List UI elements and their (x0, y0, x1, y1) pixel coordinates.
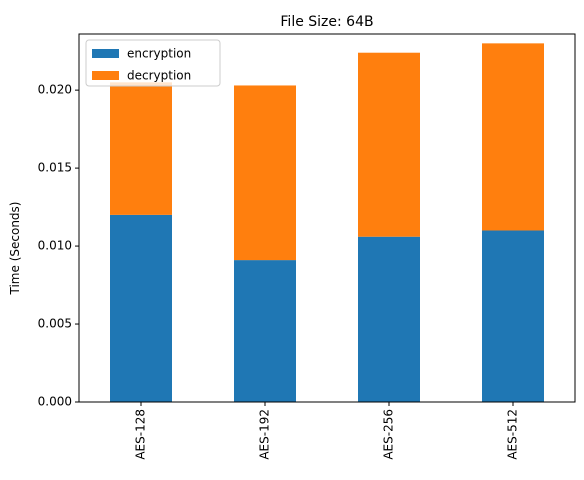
y-tick-label: 0.005 (38, 317, 72, 331)
chart-title: File Size: 64B (280, 14, 373, 30)
y-tick-label: 0.010 (38, 239, 72, 253)
y-tick-label: 0.020 (38, 83, 72, 97)
bar-encryption-aes-512 (482, 230, 544, 402)
bar-encryption-aes-256 (358, 236, 420, 402)
x-tick-label: AES-192 (258, 409, 272, 460)
y-tick-label: 0.015 (38, 161, 72, 175)
bar-decryption-aes-128 (110, 82, 172, 215)
bar-decryption-aes-512 (482, 43, 544, 231)
legend-swatch-decryption (92, 71, 119, 80)
bar-encryption-aes-192 (234, 260, 296, 402)
x-tick-label: AES-128 (134, 409, 148, 460)
y-tick-label: 0.000 (38, 395, 72, 409)
legend-label-encryption: encryption (127, 47, 191, 61)
bar-decryption-aes-192 (234, 85, 296, 261)
bar-decryption-aes-256 (358, 52, 420, 237)
legend-swatch-encryption (92, 49, 119, 58)
legend: encryption decryption (85, 39, 221, 87)
plot-area: AES-128 AES-192 AES-256 AES-512 0.000 0.005 0.… (38, 33, 576, 460)
x-tick-label: AES-512 (506, 409, 520, 460)
x-tick-label: AES-256 (382, 409, 396, 460)
stacked-bar-chart: File Size: 64B Time (Seconds) AES-128 AES… (8, 14, 576, 460)
y-axis-label: Time (Seconds) (8, 202, 22, 296)
legend-label-decryption: decryption (127, 69, 191, 83)
bar-encryption-aes-128 (110, 214, 172, 402)
